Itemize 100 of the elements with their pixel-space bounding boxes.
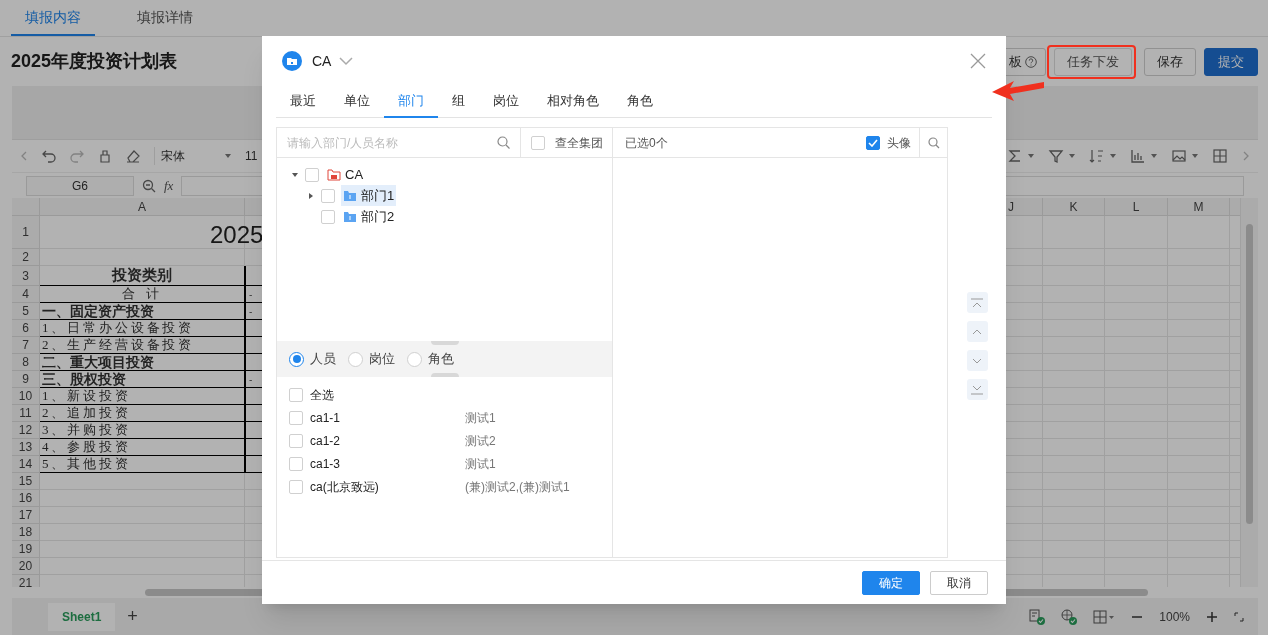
dialog-tab[interactable]: 最近 bbox=[276, 86, 330, 118]
move-top-button[interactable] bbox=[966, 292, 988, 313]
bar-down-icon bbox=[970, 384, 984, 395]
checkbox[interactable] bbox=[866, 135, 880, 150]
page-tab[interactable]: 填报详情 bbox=[123, 0, 207, 36]
dialog-tab[interactable]: 角色 bbox=[613, 86, 667, 118]
row-number[interactable]: 5 bbox=[12, 303, 40, 320]
caret-icon bbox=[1110, 154, 1116, 158]
row-number[interactable]: 7 bbox=[12, 337, 40, 354]
bar-chart-icon[interactable] bbox=[1130, 148, 1146, 164]
dialog-tab[interactable]: 部门 bbox=[384, 86, 438, 118]
caret-icon bbox=[1192, 154, 1198, 158]
globe-check-icon[interactable] bbox=[1061, 608, 1078, 625]
table-cell: 三、股权投资 bbox=[40, 371, 245, 388]
row-number[interactable]: 3 bbox=[12, 266, 40, 286]
row-number[interactable]: 13 bbox=[12, 439, 40, 456]
column-header[interactable]: K bbox=[1043, 198, 1105, 215]
tree-node[interactable]: CA bbox=[325, 164, 366, 185]
caret-down-icon[interactable] bbox=[291, 170, 299, 179]
redo-icon[interactable] bbox=[70, 149, 84, 163]
scrollbar-thumb[interactable] bbox=[1246, 224, 1253, 524]
zoom-in-icon[interactable] bbox=[1206, 610, 1218, 623]
layout-icon[interactable] bbox=[1093, 609, 1116, 624]
sort-icon[interactable] bbox=[1089, 148, 1105, 164]
filter-icon[interactable] bbox=[1048, 148, 1064, 164]
radio-button[interactable] bbox=[348, 351, 363, 367]
image-icon[interactable] bbox=[1171, 148, 1187, 164]
row-number[interactable]: 19 bbox=[12, 541, 40, 558]
sum-icon[interactable] bbox=[1007, 148, 1023, 164]
row-number[interactable]: 9 bbox=[12, 371, 40, 388]
folder-icon bbox=[343, 210, 357, 223]
fullscreen-icon[interactable] bbox=[1234, 611, 1244, 622]
add-sheet-button[interactable]: + bbox=[127, 603, 138, 630]
member-name: ca1-3 bbox=[310, 455, 342, 473]
row-number[interactable]: 11 bbox=[12, 405, 40, 422]
caret-icon bbox=[1151, 154, 1157, 158]
dialog-tab[interactable]: 组 bbox=[438, 86, 479, 118]
checkbox[interactable] bbox=[289, 387, 303, 402]
radio-label: 岗位 bbox=[369, 350, 395, 369]
zoom-level: 100% bbox=[1159, 608, 1190, 626]
search-icon[interactable] bbox=[497, 136, 510, 149]
row-number[interactable]: 16 bbox=[12, 490, 40, 507]
radio-button[interactable] bbox=[289, 351, 304, 367]
font-select[interactable]: 宋体 bbox=[154, 147, 231, 165]
checkbox[interactable] bbox=[321, 188, 335, 203]
dialog-button[interactable]: 取消 bbox=[930, 570, 988, 595]
dialog-tab[interactable]: 相对角色 bbox=[533, 86, 613, 118]
row-number[interactable]: 14 bbox=[12, 456, 40, 473]
move-bottom-button[interactable] bbox=[966, 379, 988, 400]
column-header[interactable]: A bbox=[40, 198, 245, 215]
undo-icon[interactable] bbox=[42, 149, 56, 163]
row-number[interactable]: 6 bbox=[12, 320, 40, 337]
checkbox[interactable] bbox=[289, 433, 303, 448]
search-field[interactable]: 请输入部门/人员名称 bbox=[277, 128, 497, 157]
header-button[interactable]: 任务下发 bbox=[1054, 47, 1132, 76]
row-number[interactable]: 4 bbox=[12, 286, 40, 303]
name-box[interactable]: G6 bbox=[26, 175, 134, 196]
row-number[interactable]: 17 bbox=[12, 507, 40, 524]
checkbox[interactable] bbox=[321, 209, 335, 224]
tree-node[interactable]: 部门2 bbox=[341, 206, 397, 227]
border-icon[interactable] bbox=[1212, 148, 1228, 164]
row-number[interactable]: 2 bbox=[12, 249, 40, 266]
caret-icon bbox=[1069, 154, 1075, 158]
eraser-icon[interactable] bbox=[126, 149, 140, 163]
row-number[interactable]: 1 bbox=[12, 216, 40, 249]
row-number[interactable]: 8 bbox=[12, 354, 40, 371]
header-button[interactable]: 保存 bbox=[1144, 47, 1196, 76]
column-header[interactable]: L bbox=[1105, 198, 1168, 215]
checkbox[interactable] bbox=[289, 479, 303, 494]
checkbox[interactable] bbox=[289, 410, 303, 425]
checkbox[interactable] bbox=[289, 456, 303, 471]
row-number[interactable]: 18 bbox=[12, 524, 40, 541]
row-number[interactable]: 20 bbox=[12, 558, 40, 575]
header-button[interactable]: 提交 bbox=[1204, 47, 1258, 76]
dialog-button[interactable]: 确定 bbox=[862, 570, 920, 595]
row-number[interactable]: 10 bbox=[12, 388, 40, 405]
bar-up-icon bbox=[970, 297, 984, 308]
page-tab[interactable]: 填报内容 bbox=[11, 0, 95, 36]
dialog-tab[interactable]: 单位 bbox=[330, 86, 384, 118]
dialog-tab[interactable]: 岗位 bbox=[479, 86, 533, 118]
chevron-right-icon[interactable] bbox=[1242, 150, 1250, 162]
row-number[interactable]: 15 bbox=[12, 473, 40, 490]
column-header[interactable]: M bbox=[1168, 198, 1230, 215]
checkbox[interactable] bbox=[305, 167, 319, 182]
tree-node[interactable]: 部门1 bbox=[341, 185, 397, 206]
table-cell: 合 计 bbox=[40, 286, 245, 303]
caret-right-icon[interactable] bbox=[307, 191, 315, 200]
zoom-icon[interactable] bbox=[142, 178, 156, 193]
close-icon[interactable] bbox=[970, 53, 986, 69]
row-number[interactable]: 21 bbox=[12, 575, 40, 587]
table-cell: 一、固定资产投资 bbox=[40, 303, 245, 320]
sheet-check-icon[interactable] bbox=[1029, 608, 1046, 625]
table-cell: 投资类别 bbox=[40, 266, 245, 286]
table-cell: 2、生产经营设备投资 bbox=[40, 337, 245, 354]
radio-button[interactable] bbox=[407, 351, 422, 367]
member-post: 测试1 bbox=[465, 409, 496, 427]
chevron-left-icon[interactable] bbox=[20, 150, 28, 162]
checkbox[interactable] bbox=[531, 135, 545, 150]
row-number[interactable]: 12 bbox=[12, 422, 40, 439]
chevron-down-icon[interactable] bbox=[339, 56, 354, 66]
